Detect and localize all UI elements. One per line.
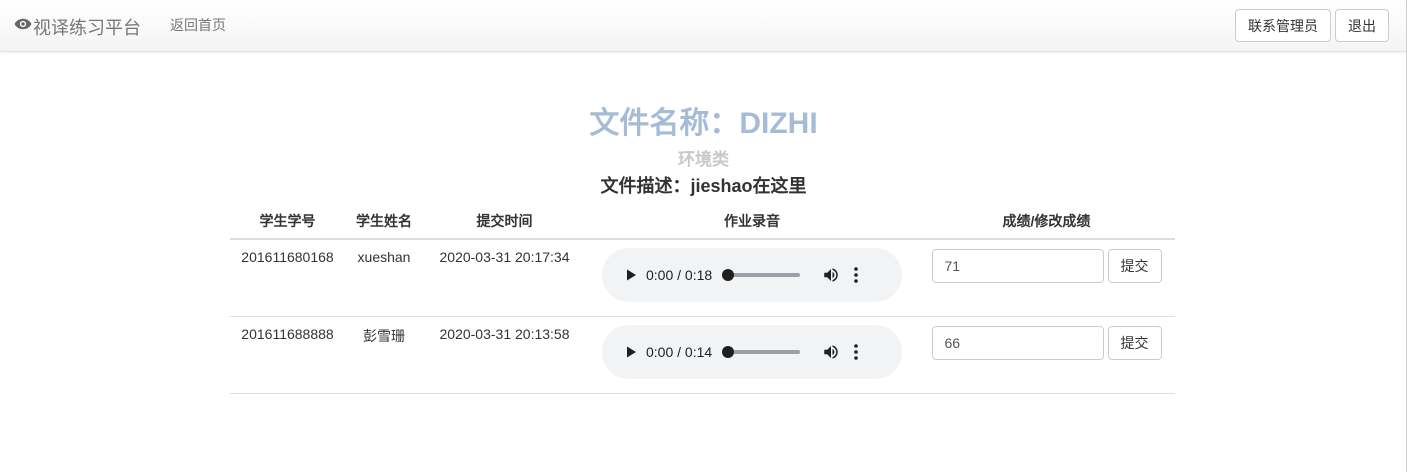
file-name-heading: 文件名称：DIZHI: [589, 107, 818, 140]
brand-title: 视译练习平台: [33, 18, 141, 38]
file-category: 环境类: [678, 150, 729, 169]
play-icon[interactable]: [624, 268, 638, 282]
audio-time: 0:00 / 0:18: [646, 267, 713, 283]
cell-student-name: xueshan: [345, 239, 423, 317]
cell-submit-time: 2020-03-31 20:13:58: [423, 316, 586, 394]
table-row: 201611680168 xueshan 2020-03-31 20:17:34…: [230, 239, 1175, 317]
score-form: 提交: [922, 249, 1171, 283]
table-row: 201611688888 彭雪珊 2020-03-31 20:13:58 0:0…: [230, 316, 1175, 394]
submit-score-button[interactable]: 提交: [1107, 325, 1162, 360]
score-input[interactable]: [931, 249, 1104, 283]
cell-audio: 0:00 / 0:14: [586, 316, 918, 394]
audio-seek-slider[interactable]: [722, 269, 801, 281]
score-form: 提交: [922, 325, 1171, 360]
more-options-icon[interactable]: [854, 343, 858, 360]
cell-score: 提交: [918, 239, 1175, 317]
volume-icon[interactable]: [822, 343, 840, 361]
header-student-name: 学生姓名: [345, 204, 423, 240]
cell-student-id: 201611688888: [230, 316, 345, 394]
volume-icon[interactable]: [822, 266, 840, 284]
audio-player: 0:00 / 0:14: [602, 324, 902, 379]
audio-player: 0:00 / 0:18: [602, 248, 902, 302]
audio-seek-slider[interactable]: [722, 345, 801, 358]
more-options-icon[interactable]: [854, 267, 858, 283]
submissions-table: 学生学号 学生姓名 提交时间 作业录音 成绩/修改成绩 201611680168…: [230, 204, 1175, 394]
home-link[interactable]: 返回首页: [170, 15, 226, 35]
cell-audio: 0:00 / 0:18: [586, 239, 918, 317]
cell-student-id: 201611680168: [230, 239, 345, 317]
seek-thumb[interactable]: [722, 345, 735, 358]
header-submit-time: 提交时间: [423, 204, 586, 240]
header-audio: 作业录音: [586, 204, 918, 240]
play-icon[interactable]: [624, 345, 638, 359]
seek-thumb[interactable]: [722, 269, 735, 281]
logout-button[interactable]: 退出: [1335, 9, 1389, 42]
brand[interactable]: 视译练习平台: [14, 14, 141, 40]
cell-student-name: 彭雪珊: [345, 316, 423, 394]
header-student-id: 学生学号: [230, 204, 345, 240]
score-input[interactable]: [931, 325, 1104, 360]
table-header-row: 学生学号 学生姓名 提交时间 作业录音 成绩/修改成绩: [230, 204, 1175, 240]
cell-score: 提交: [918, 316, 1175, 394]
top-navbar: 视译练习平台 返回首页 联系管理员 退出: [0, 0, 1407, 52]
file-description: 文件描述：jieshao在这里: [600, 176, 807, 196]
submit-score-button[interactable]: 提交: [1107, 249, 1162, 283]
audio-time: 0:00 / 0:14: [646, 343, 713, 360]
eye-icon: [14, 18, 32, 30]
cell-submit-time: 2020-03-31 20:17:34: [423, 239, 586, 317]
header-score: 成绩/修改成绩: [918, 204, 1175, 240]
contact-admin-button[interactable]: 联系管理员: [1235, 9, 1331, 42]
